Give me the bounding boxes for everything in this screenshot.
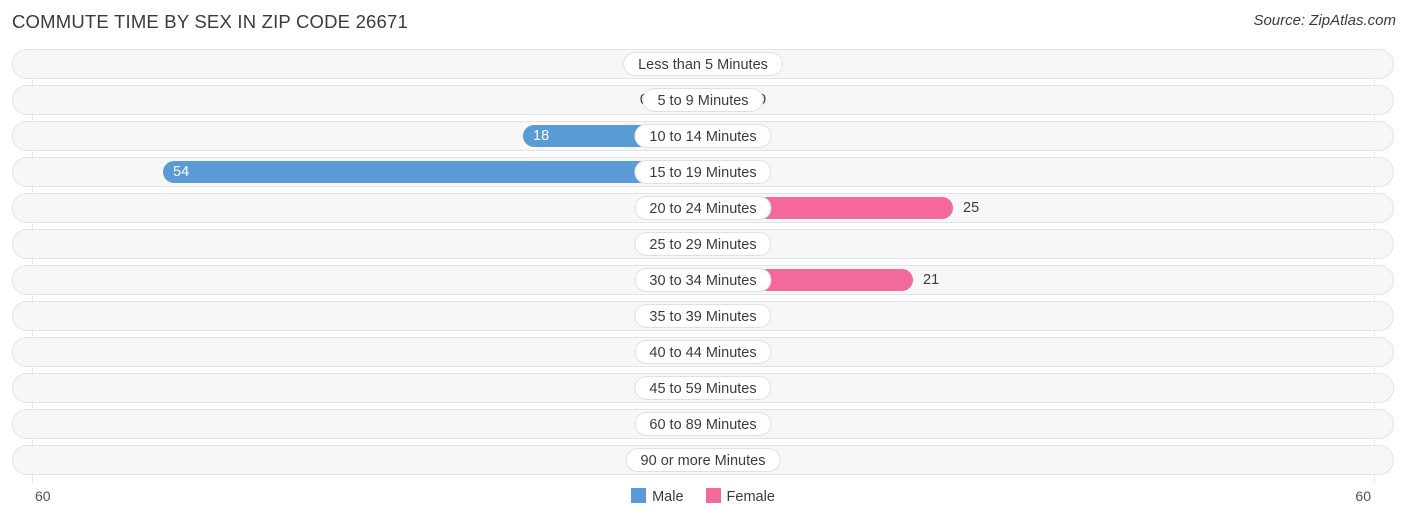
legend-swatch-male-icon [631, 488, 647, 503]
bar-value-female: 25 [963, 200, 980, 216]
legend-item-male[interactable]: Male [631, 488, 684, 505]
chart-row[interactable]: 0090 or more Minutes [12, 445, 1394, 475]
chart-row[interactable]: 02130 to 34 Minutes [12, 265, 1394, 295]
chart-row[interactable]: 0045 to 59 Minutes [12, 373, 1394, 403]
chart-header: COMMUTE TIME BY SEX IN ZIP CODE 26671 So… [0, 0, 1406, 44]
page-title: COMMUTE TIME BY SEX IN ZIP CODE 26671 [12, 11, 409, 32]
bar-male[interactable] [163, 161, 703, 183]
chart-row[interactable]: 18010 to 14 Minutes [12, 121, 1394, 151]
chart-row[interactable]: 0035 to 39 Minutes [12, 301, 1394, 331]
category-label: 20 to 24 Minutes [634, 196, 772, 220]
category-label: 5 to 9 Minutes [642, 88, 764, 112]
category-label: 35 to 39 Minutes [634, 304, 772, 328]
chart-row[interactable]: 54015 to 19 Minutes [12, 157, 1394, 187]
chart-row[interactable]: 0025 to 29 Minutes [12, 229, 1394, 259]
chart-legend: Male Female [0, 488, 1406, 505]
bar-value-male: 54 [173, 164, 190, 180]
legend-item-female[interactable]: Female [705, 488, 775, 505]
category-label: 10 to 14 Minutes [634, 124, 772, 148]
bar-value-male: 18 [533, 128, 550, 144]
legend-label-female: Female [726, 489, 775, 505]
source-attribution: Source: ZipAtlas.com [1253, 12, 1396, 29]
category-label: 45 to 59 Minutes [634, 376, 772, 400]
bar-value-female: 0 [758, 85, 820, 115]
chart-plot-area: 00Less than 5 Minutes005 to 9 Minutes180… [0, 48, 1406, 484]
legend-swatch-female-icon [705, 488, 721, 503]
chart-footer: 60 60 Male Female [0, 484, 1406, 522]
chart-row[interactable]: 02520 to 24 Minutes [12, 193, 1394, 223]
category-label: 60 to 89 Minutes [634, 412, 772, 436]
category-label: Less than 5 Minutes [623, 52, 783, 76]
category-label: 30 to 34 Minutes [634, 268, 772, 292]
category-label: 25 to 29 Minutes [634, 232, 772, 256]
legend-label-male: Male [652, 489, 684, 505]
category-label: 90 or more Minutes [625, 448, 781, 472]
bar-value-male: 0 [586, 85, 648, 115]
chart-row[interactable]: 0040 to 44 Minutes [12, 337, 1394, 367]
bar-value-female: 21 [923, 272, 940, 288]
chart-row[interactable]: 0060 to 89 Minutes [12, 409, 1394, 439]
category-label: 15 to 19 Minutes [634, 160, 772, 184]
chart-row[interactable]: 00Less than 5 Minutes [12, 49, 1394, 79]
category-label: 40 to 44 Minutes [634, 340, 772, 364]
chart-row[interactable]: 0 05 to 9 Minutes [12, 85, 1394, 115]
